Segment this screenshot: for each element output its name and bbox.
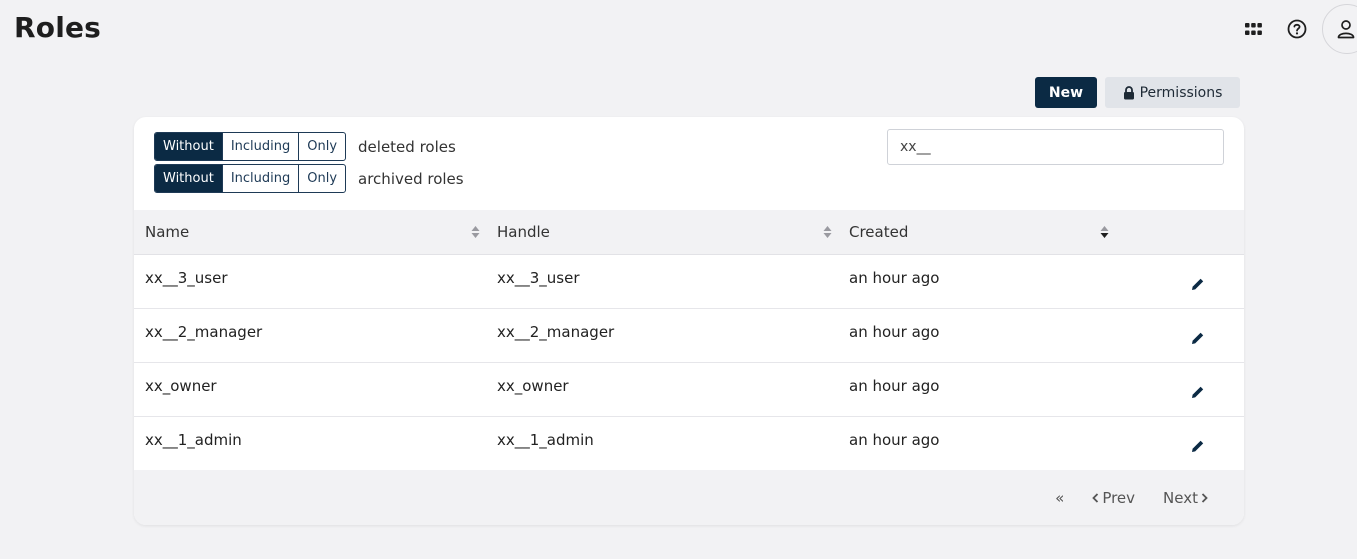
pencil-icon <box>1192 386 1204 398</box>
user-icon <box>1337 20 1355 39</box>
page-title: Roles <box>14 11 102 44</box>
pencil-icon <box>1192 278 1204 290</box>
apps-grid-icon[interactable] <box>1241 17 1265 41</box>
column-header-created-label: Created <box>849 223 909 241</box>
chevron-left-icon <box>1092 492 1099 503</box>
role-created: an hour ago <box>849 269 940 287</box>
column-header-name[interactable]: Name <box>134 210 486 254</box>
sort-icon <box>823 226 832 238</box>
table-header: Name Handle Created <box>134 210 1244 255</box>
pencil-icon <box>1192 332 1204 344</box>
pagination: « Prev Next <box>134 470 1244 525</box>
role-name: xx__1_admin <box>145 431 242 449</box>
column-header-handle[interactable]: Handle <box>486 210 838 254</box>
search-input[interactable] <box>887 129 1224 165</box>
deleted-including-option[interactable]: Including <box>223 133 300 160</box>
roles-table: Name Handle Created xx__3_user xx__3_use… <box>134 210 1244 471</box>
column-header-created[interactable]: Created <box>838 210 1244 254</box>
permissions-label: Permissions <box>1139 84 1223 101</box>
archived-segmented-control: Without Including Only <box>154 164 347 193</box>
role-name: xx__3_user <box>145 269 228 287</box>
table-row[interactable]: xx__3_user xx__3_user an hour ago <box>134 255 1244 309</box>
deleted-filter: Without Including Only deleted roles <box>154 132 456 161</box>
role-name: xx__2_manager <box>145 323 263 341</box>
prev-page-button[interactable]: Prev <box>1092 489 1135 507</box>
edit-button[interactable] <box>1152 417 1244 471</box>
sort-icon <box>471 226 480 238</box>
table-row[interactable]: xx_owner xx_owner an hour ago <box>134 363 1244 417</box>
role-name: xx_owner <box>145 377 217 395</box>
next-page-button[interactable]: Next <box>1163 489 1208 507</box>
permissions-button[interactable]: Permissions <box>1105 77 1240 108</box>
edit-button[interactable] <box>1152 255 1244 308</box>
role-handle: xx__2_manager <box>497 323 615 341</box>
first-page-button[interactable]: « <box>1055 489 1064 507</box>
archived-filter: Without Including Only archived roles <box>154 164 464 193</box>
prev-label: Prev <box>1102 488 1136 507</box>
roles-card: Without Including Only deleted roles Wit… <box>134 117 1244 525</box>
role-handle: xx__1_admin <box>497 431 594 449</box>
role-handle: xx_owner <box>497 377 569 395</box>
help-icon[interactable] <box>1285 17 1309 41</box>
deleted-filter-label: deleted roles <box>358 137 456 156</box>
column-header-handle-label: Handle <box>497 223 550 241</box>
role-created: an hour ago <box>849 323 940 341</box>
deleted-segmented-control: Without Including Only <box>154 132 347 161</box>
role-handle: xx__3_user <box>497 269 580 287</box>
role-created: an hour ago <box>849 377 940 395</box>
deleted-only-option[interactable]: Only <box>299 133 345 160</box>
next-label: Next <box>1163 488 1198 507</box>
edit-button[interactable] <box>1152 363 1244 416</box>
deleted-without-option[interactable]: Without <box>155 133 223 160</box>
column-header-name-label: Name <box>145 223 190 241</box>
table-row[interactable]: xx__2_manager xx__2_manager an hour ago <box>134 309 1244 363</box>
archived-including-option[interactable]: Including <box>223 165 300 192</box>
pencil-icon <box>1192 440 1204 452</box>
new-role-button[interactable]: New <box>1035 77 1097 108</box>
archived-filter-label: archived roles <box>358 169 464 188</box>
archived-only-option[interactable]: Only <box>299 165 345 192</box>
lock-icon <box>1123 85 1134 99</box>
edit-button[interactable] <box>1152 309 1244 362</box>
table-row[interactable]: xx__1_admin xx__1_admin an hour ago <box>134 417 1244 471</box>
role-created: an hour ago <box>849 431 940 449</box>
user-menu-button[interactable] <box>1322 4 1357 54</box>
chevron-right-icon <box>1201 492 1208 503</box>
sort-descending-icon <box>1100 226 1109 238</box>
archived-without-option[interactable]: Without <box>155 165 223 192</box>
